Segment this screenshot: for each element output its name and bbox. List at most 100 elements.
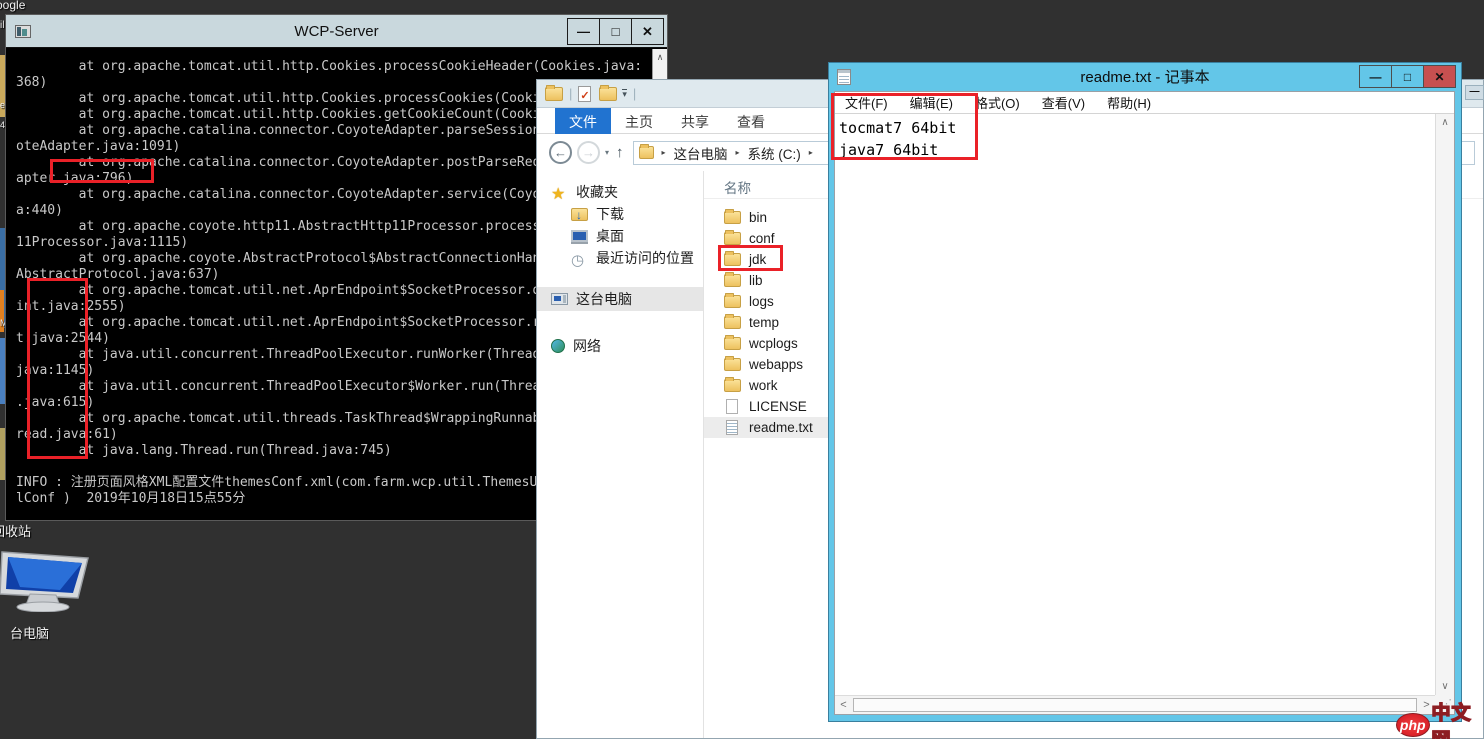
menu-item[interactable]: 文件(F) xyxy=(845,93,888,112)
sidebar-item[interactable]: 网络 xyxy=(537,335,703,357)
breadcrumb-arrow-icon: ▸ xyxy=(661,148,666,157)
desktop-icon-label-google[interactable]: oogle xyxy=(0,0,25,12)
breadcrumb-drive-c[interactable]: 系统 (C:) xyxy=(748,143,801,163)
properties-check-icon[interactable] xyxy=(578,85,592,102)
file-row[interactable]: bin xyxy=(704,207,830,228)
scroll-up-icon[interactable]: ∧ xyxy=(1436,114,1454,131)
scroll-up-icon[interactable]: ∧ xyxy=(657,52,664,62)
sidebar-item-icon xyxy=(571,207,588,222)
close-button[interactable]: ✕ xyxy=(1423,65,1456,88)
file-name: logs xyxy=(749,294,774,309)
menu-item[interactable]: 编辑(E) xyxy=(910,93,953,112)
sidebar-item-label: 收藏夹 xyxy=(576,184,618,200)
desktop: { "colors": { "accent_red": "#ea2128", "… xyxy=(0,0,1484,739)
file-icon xyxy=(724,293,741,308)
file-icon xyxy=(726,399,738,414)
menu-item[interactable]: 格式(O) xyxy=(975,93,1020,112)
text-line: tocmat7 64bit xyxy=(839,119,957,137)
notepad-text-area[interactable]: tocmat7 64bit java7 64bit xyxy=(835,114,1435,695)
sidebar-item-label: 下载 xyxy=(596,206,624,222)
file-name: webapps xyxy=(749,357,804,372)
notepad-window: readme.txt - 记事本 — □ ✕ 文件(F) 编辑(E) 格式(O) 查看… xyxy=(828,62,1462,722)
minimize-button[interactable]: — xyxy=(1359,65,1392,88)
notepad-title-bar[interactable]: readme.txt - 记事本 — □ ✕ xyxy=(829,63,1461,90)
sidebar-item[interactable]: 收藏夹 xyxy=(537,181,703,203)
file-name: lib xyxy=(749,273,763,288)
ribbon-tab[interactable]: 查看 xyxy=(723,108,779,134)
sidebar-item-label: 桌面 xyxy=(596,228,624,244)
file-icon xyxy=(724,314,741,329)
vertical-scrollbar[interactable]: ∧ ∨ xyxy=(1435,114,1454,695)
maximize-button[interactable]: □ xyxy=(1391,65,1424,88)
file-row[interactable]: work xyxy=(704,375,830,396)
breadcrumb-arrow-icon: ▸ xyxy=(735,148,740,157)
file-name: bin xyxy=(749,210,768,225)
minimize-button[interactable]: — xyxy=(567,18,600,45)
console-line: at org.apache.tomcat.util.http.Cookies.p… xyxy=(16,59,643,74)
sidebar-item-icon xyxy=(571,230,588,242)
maximize-button[interactable]: □ xyxy=(599,18,632,45)
this-pc-label: 台电脑 xyxy=(10,626,50,641)
file-row[interactable]: readme.txt xyxy=(704,417,830,438)
file-row[interactable]: LICENSE xyxy=(704,396,830,417)
ribbon-tab[interactable]: 主页 xyxy=(611,108,667,134)
sidebar-item-label: 最近访问的位置 xyxy=(596,250,694,266)
sidebar-item-icon xyxy=(551,339,565,353)
file-name: LICENSE xyxy=(749,399,807,414)
file-row[interactable]: temp xyxy=(704,312,830,333)
sidebar-item-icon xyxy=(571,252,588,265)
scroll-down-icon[interactable]: ∨ xyxy=(1436,678,1454,695)
file-row[interactable]: conf xyxy=(704,228,830,249)
file-name: readme.txt xyxy=(749,420,813,435)
sidebar-item-label: 网络 xyxy=(573,338,601,354)
this-pc-desktop-icon[interactable]: 台电脑 xyxy=(0,550,100,642)
file-row[interactable]: logs xyxy=(704,291,830,312)
file-name: jdk xyxy=(749,252,767,267)
forward-button[interactable]: → xyxy=(577,141,600,164)
computer-monitor-icon xyxy=(0,551,89,613)
breadcrumb-this-pc[interactable]: 这台电脑 xyxy=(674,143,728,163)
file-row[interactable]: jdk xyxy=(704,249,830,270)
file-name: temp xyxy=(749,315,780,330)
file-row[interactable]: lib xyxy=(704,270,830,291)
scrollbar-track[interactable] xyxy=(853,698,1417,712)
sidebar-item[interactable]: 下载 xyxy=(537,203,703,225)
explorer-sidebar: 收藏夹 下载 桌面 最近访问的位置 xyxy=(537,171,703,738)
breadcrumb-arrow-icon: ▸ xyxy=(808,148,813,157)
explorer-folder-icon xyxy=(545,84,563,101)
file-icon xyxy=(724,209,741,224)
file-icon xyxy=(724,251,741,266)
explorer-minimize-button[interactable]: — xyxy=(1465,85,1484,100)
scroll-left-icon[interactable]: < xyxy=(835,696,852,714)
sidebar-item[interactable]: 桌面 xyxy=(537,225,703,247)
address-folder-icon xyxy=(638,144,654,159)
sidebar-item-icon xyxy=(551,293,568,305)
customize-toolbar-chevron-icon[interactable]: ▾ xyxy=(622,89,627,99)
file-icon xyxy=(724,272,741,287)
separator: | xyxy=(569,86,573,101)
sidebar-item-icon xyxy=(551,186,568,199)
up-button[interactable]: ↑ xyxy=(616,144,624,161)
ribbon-tab[interactable]: 共享 xyxy=(667,108,723,134)
recycle-bin-label[interactable]: 回收站 xyxy=(0,521,31,540)
sidebar-item[interactable]: 这台电脑 xyxy=(537,287,703,311)
notepad-client-area: 文件(F) 编辑(E) 格式(O) 查看(V) 帮助(H) tocmat7 64bit j… xyxy=(834,91,1455,715)
horizontal-scrollbar[interactable]: < > xyxy=(835,695,1435,714)
file-icon xyxy=(724,356,741,371)
sidebar-item[interactable]: 最近访问的位置 xyxy=(537,247,703,269)
history-dropdown-icon[interactable]: ▾ xyxy=(605,148,609,157)
menu-item[interactable]: 帮助(H) xyxy=(1107,93,1151,112)
close-button[interactable]: ✕ xyxy=(631,18,664,45)
file-name: wcplogs xyxy=(749,336,798,351)
notepad-menu-bar: 文件(F) 编辑(E) 格式(O) 查看(V) 帮助(H) xyxy=(835,92,1454,114)
php-cn-watermark: php 中文网 xyxy=(1396,702,1484,739)
back-button[interactable]: ← xyxy=(549,141,572,164)
new-folder-icon[interactable] xyxy=(599,84,618,101)
menu-item[interactable]: 查看(V) xyxy=(1042,93,1085,112)
console-title-bar[interactable]: WCP-Server — □ ✕ xyxy=(6,15,667,48)
file-row[interactable]: wcplogs xyxy=(704,333,830,354)
file-icon xyxy=(724,377,741,392)
file-row[interactable]: webapps xyxy=(704,354,830,375)
file-name: conf xyxy=(749,231,775,246)
ribbon-tab[interactable]: 文件 xyxy=(555,108,611,134)
